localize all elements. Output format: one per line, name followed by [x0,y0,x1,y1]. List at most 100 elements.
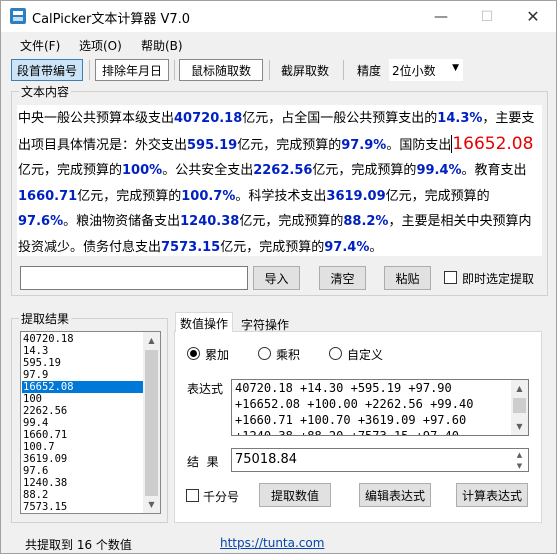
title-bar[interactable]: CalPicker文本计算器 V7.0 — ☐ ✕ [1,1,556,32]
spin-up-icon[interactable]: ▲ [511,449,528,460]
number-highlight: 16652.08 [452,133,534,154]
list-item[interactable]: 14.3 [22,345,144,357]
scroll-thumb[interactable] [513,398,526,413]
scroll-thumb[interactable] [145,350,158,496]
list-item[interactable]: 3619.09 [22,453,144,465]
exclude-date-toggle[interactable]: 排除年月日 [95,59,169,81]
tab-string[interactable]: 字符操作 [237,314,293,335]
app-icon [10,8,26,24]
number-highlight: 97.6% [18,214,64,229]
mouse-pick-toggle[interactable]: 鼠标随取数 [179,59,263,81]
list-item[interactable]: 1660.71 [22,429,144,441]
tab-numeric[interactable]: 数值操作 [175,312,234,332]
maximize-button[interactable]: ☐ [464,1,510,32]
custom-radio[interactable] [329,347,342,360]
toolbar-separator [89,60,90,80]
toolbar-separator [174,60,175,80]
list-item[interactable]: 100 [22,393,144,405]
thousands-separator-checkbox[interactable] [186,489,199,502]
text-segment: 亿元，占全国一般公共预算支出的 [242,111,438,126]
app-window: CalPicker文本计算器 V7.0 — ☐ ✕ 文件(F) 选项(O) 帮助… [0,0,557,554]
instant-extract-checkbox[interactable] [444,271,457,284]
toolbar-separator [343,60,344,80]
expression-field[interactable]: 40720.18 +14.30 +595.19 +97.90 +16652.08… [231,379,529,436]
list-item[interactable]: 100.7 [22,441,144,453]
number-highlight: 595.19 [187,137,238,153]
text-segment: 。国防支出 [386,137,452,153]
number-highlight: 2262.56 [253,163,313,178]
list-item[interactable]: 16652.08 [22,381,144,393]
number-highlight: 100% [122,163,163,178]
spin-down-icon[interactable]: ▼ [511,460,528,471]
expression-text: 40720.18 +14.30 +595.19 +97.90 +16652.08… [235,381,474,436]
product-label: 乘积 [276,348,301,362]
list-item[interactable]: 40720.18 [22,333,144,345]
expression-label: 表达式 [187,382,224,396]
sum-radio[interactable] [187,347,200,360]
list-item[interactable]: 99.4 [22,417,144,429]
number-highlight: 97.9% [341,137,387,153]
menu-file[interactable]: 文件(F) [20,37,60,54]
close-button[interactable]: ✕ [510,1,556,32]
list-item[interactable]: 1240.38 [22,477,144,489]
window-title: CalPicker文本计算器 V7.0 [32,12,191,27]
product-radio[interactable] [258,347,271,360]
menu-options[interactable]: 选项(O) [79,37,122,54]
scroll-down-icon[interactable]: ▼ [511,418,528,435]
text-segment: 亿元，完成预算的 [312,163,417,178]
menu-bar: 文件(F) 选项(O) 帮助(B) [1,32,556,56]
website-link[interactable]: https://tunta.com [220,536,324,550]
expression-scrollbar[interactable]: ▲ ▼ [511,380,528,435]
number-highlight: 14.3% [437,111,483,126]
file-path-input[interactable] [20,266,248,290]
text-segment: 亿元，完成预算的 [18,163,123,178]
precision-value: 2位小数 [392,63,436,78]
import-button[interactable]: 导入 [253,266,300,290]
results-list[interactable]: 40720.18 14.3 595.19 97.9 16652.08 100 2262.56… [20,331,161,514]
clear-button[interactable]: 清空 [319,266,366,290]
number-highlight: 97.4% [324,239,370,255]
number-highlight: 1660.71 [18,188,78,204]
list-item[interactable]: 2262.56 [22,405,144,417]
extract-values-button[interactable]: 提取数值 [259,483,331,507]
instant-extract-label: 即时选定提取 [462,272,535,286]
list-item[interactable]: 97.6 [22,465,144,477]
menu-help[interactable]: 帮助(B) [141,37,183,54]
list-item[interactable]: 595.19 [22,357,144,369]
text-segment: 。粮油物资储备支出 [63,214,181,229]
edit-expression-button[interactable]: 编辑表达式 [359,483,431,507]
text-segment: 亿元，完成预算的 [77,188,182,204]
scroll-up-icon[interactable]: ▲ [143,332,160,349]
text-segment: 中央一般公共预算本级支出 [18,111,175,126]
number-highlight: 100.7% [181,188,236,204]
text-segment: 。科学技术支出 [235,188,327,204]
status-count: 共提取到 16 个数值 [25,538,132,552]
list-item[interactable]: 88.2 [22,489,144,501]
status-bar: 共提取到 16 个数值 https://tunta.com [1,532,556,553]
precision-label: 精度 [356,63,381,78]
precision-select[interactable]: 2位小数 ▼ [389,59,463,81]
text-content-area[interactable]: 中央一般公共预算本级支出40720.18亿元，占全国一般公共预算支出的14.3%… [17,105,542,256]
paste-button[interactable]: 粘贴 [384,266,431,290]
results-scrollbar[interactable]: ▲ ▼ [143,332,160,513]
results-list-items: 40720.18 14.3 595.19 97.9 16652.08 100 2262.56… [22,333,144,513]
calculate-expression-button[interactable]: 计算表达式 [456,483,528,507]
list-item[interactable]: 7573.15 [22,501,144,513]
screenshot-extract-button[interactable]: 截屏取数 [276,59,334,81]
minimize-button[interactable]: — [418,1,464,32]
scroll-down-icon[interactable]: ▼ [143,496,160,513]
text-segment: 亿元，完成预算的 [237,137,342,153]
result-value: 75018.84 [235,452,298,467]
scroll-up-icon[interactable]: ▲ [511,380,528,397]
text-segment: 亿元，完成预算的 [385,188,490,204]
dropdown-arrow-icon: ▼ [452,63,459,73]
toolbar: 段首带编号 排除年月日 鼠标随取数 截屏取数 精度 2位小数 ▼ [1,56,556,84]
result-field[interactable]: 75018.84 ▲ ▼ [231,448,529,472]
list-item[interactable]: 97.9 [22,369,144,381]
number-highlight: 40720.18 [174,111,243,126]
text-segment: 。 [369,239,383,255]
paragraph-numbering-toggle[interactable]: 段首带编号 [11,59,83,81]
results-label: 提取结果 [19,310,72,327]
number-highlight: 7573.15 [161,239,221,255]
number-highlight: 3619.09 [326,188,386,204]
